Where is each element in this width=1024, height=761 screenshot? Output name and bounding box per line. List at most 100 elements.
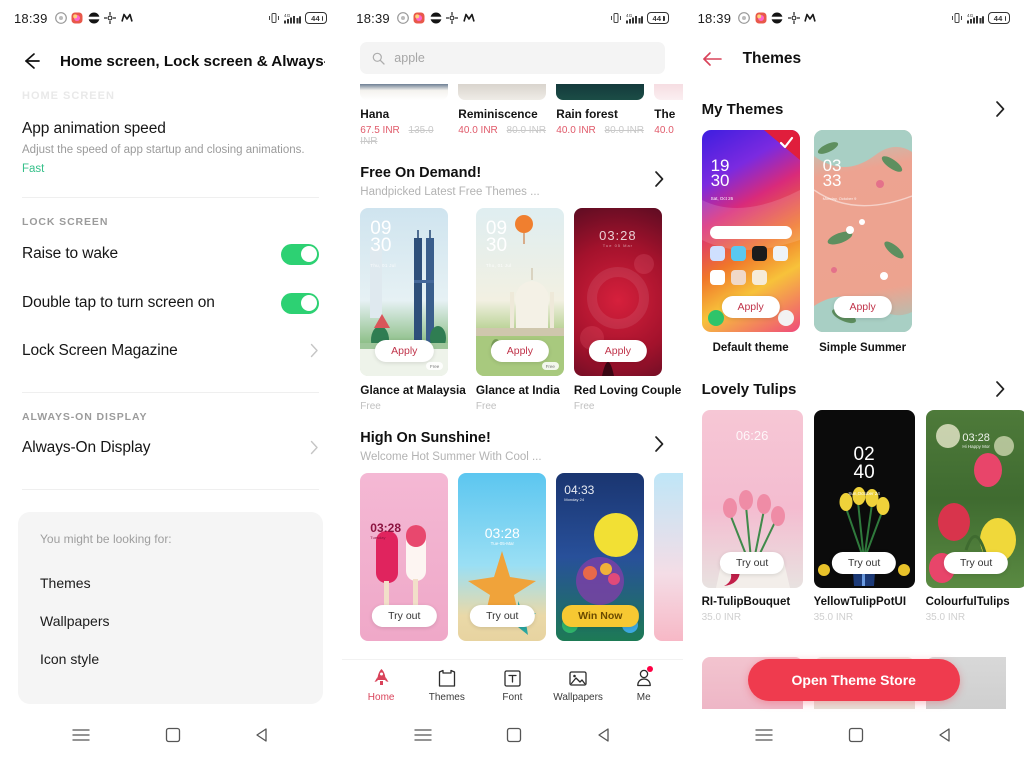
signal-4g-icon: 4G [625,13,643,24]
theme-name: Simple Summer [819,342,907,354]
settings-phone-screen: 18:39 4G 44 Home screen, Lock screen & A… [0,0,342,761]
try-out-button[interactable]: Try out [719,552,785,574]
aod-section-label: ALWAYS-ON DISPLAY [22,410,148,423]
my-themes-cards: 19 30 Sat, Oct 26 Apply Default theme 03… [684,130,1024,354]
back-triangle-icon[interactable] [596,727,612,743]
section-header-high-on-sunshine[interactable]: High On Sunshine! Welcome Hot Summer Wit… [342,412,682,473]
home-square-icon[interactable] [848,727,864,743]
chevron-right-icon[interactable] [995,100,1006,118]
tab-home[interactable]: Home [348,667,414,703]
tab-themes[interactable]: Themes [414,667,480,703]
tab-font[interactable]: Font [480,667,546,703]
signal-4g-icon: 4G [966,13,984,24]
back-arrow-icon[interactable] [702,50,723,68]
double-tap-toggle[interactable] [281,292,320,314]
chevron-right-icon[interactable] [654,170,665,188]
lockscreen-date: Sat, Oct 26 [710,196,734,201]
raise-to-wake-toggle[interactable] [281,243,320,265]
theme-card[interactable]: 09 30 Thu, 01 Jul Apply Free Glance at Mal… [360,208,466,412]
suggestions-card: You might be looking for: Themes Wallpap… [18,511,324,704]
theme-card[interactable]: Reminiscence 40.0 INR 80.0 INR [458,84,547,147]
theme-card[interactable]: 04:33 Monday 24 Win Now [556,473,645,641]
win-now-button[interactable]: Win Now [562,605,639,627]
camera-icon [738,12,751,24]
tulip-theme-card[interactable]: 06:26 Try out RI-TulipBouquet 35.0 INR [701,410,803,623]
theme-thumbnail: 09 30 Thu, 01 Jul Apply Free [475,208,564,376]
bottom-tab-bar: Home Themes Font Wallpapers Me [342,659,683,709]
theme-card[interactable]: Hana 67.5 INR 135.0 INR [360,84,449,147]
try-out-button[interactable]: Try out [372,605,437,627]
apply-button[interactable]: Apply [588,340,648,362]
home-square-icon[interactable] [506,727,522,743]
suggestion-wallpapers[interactable]: Wallpapers [40,602,301,640]
theme-card[interactable]: Rain forest 40.0 INR 80.0 INR [556,84,645,147]
suggestion-icon-style[interactable]: Icon style [40,640,301,678]
my-theme-card[interactable]: 19 30 Sat, Oct 26 Apply Default theme [701,130,800,354]
tulip-theme-card[interactable]: 03:28 Hi Happy Mor Try out ColourfulTulip… [925,410,1024,623]
theme-card[interactable]: 03:28 Tue 05 Mar Apply Red Loving Couple … [573,208,682,412]
back-triangle-icon[interactable] [937,727,953,743]
theme-card[interactable]: 03:28 Tuesday Try out [360,473,449,641]
home-square-icon[interactable] [165,727,181,743]
lockscreen-clock: 06:26 [735,428,769,443]
themes-phone-screen: 18:39 4G 44 Themes My Themes 19 30 Sat, … [682,0,1024,761]
back-arrow-icon[interactable] [20,50,42,72]
my-theme-card[interactable]: 03 33 Monday, October 9 Apply Simple Summe… [813,130,912,354]
apply-button[interactable]: Apply [490,340,550,362]
selected-check-icon [779,136,793,149]
lovely-tulips-header[interactable]: Lovely Tulips [684,354,1024,410]
apply-button[interactable]: Apply [375,340,434,362]
svg-text:4G: 4G [284,13,291,18]
theme-card[interactable]: The 40.0 [654,84,683,147]
section-header-free-on-demand[interactable]: Free On Demand! Handpicked Latest Free T… [342,147,682,208]
theme-card[interactable]: 09 30 Thu, 01 Jul Apply Free Glance at Ind… [475,208,564,412]
apply-button[interactable]: Apply [833,296,892,318]
row-double-tap[interactable]: Double tap to turn screen on [0,279,341,328]
theme-thumbnail: 19 30 Sat, Oct 26 Apply [701,130,800,332]
try-out-button[interactable]: Try out [831,552,897,574]
chevron-right-icon[interactable] [654,435,665,453]
try-out-button[interactable]: Try out [470,605,535,627]
theme-thumbnail: 04:33 Monday 24 Win Now [556,473,645,641]
theme-name: Red Loving Couple [573,383,682,397]
theme-price: 40.0 INR 80.0 INR [458,125,546,136]
section-title: My Themes [701,100,784,118]
row-raise-to-wake[interactable]: Raise to wake [0,230,341,279]
lockscreen-clock: 19 30 Sat, Oct 26 [710,157,734,206]
oreo-icon [429,12,442,24]
menu-icon[interactable] [754,728,774,742]
tab-me[interactable]: Me [611,666,677,703]
menu-icon[interactable] [71,728,91,742]
status-right-icons: 4G 44 [610,12,669,24]
theme-card[interactable]: 03:28 Tue-05-Mar Try out [458,473,547,641]
lockscreen-date: Monday 24 [564,497,585,502]
tab-wallpapers[interactable]: Wallpapers [545,667,611,703]
app-animation-speed-item[interactable]: App animation speed Adjust the speed of … [0,112,341,179]
try-out-button[interactable]: Try out [943,552,1009,574]
theme-card[interactable] [654,473,683,641]
instagram-icon [71,12,83,24]
back-triangle-icon[interactable] [254,727,270,743]
card-badge: Free [426,362,444,370]
suggestion-themes[interactable]: Themes [40,564,301,602]
store-content-scroll[interactable]: Hana 67.5 INR 135.0 INR Reminiscence 40.… [342,84,683,659]
phone-icon [707,310,724,326]
theme-thumbnail [458,84,547,100]
my-themes-header[interactable]: My Themes [684,84,1024,130]
tulip-theme-card[interactable]: 02 40 Sun,October 24 Try out YellowTulipPo… [813,410,915,623]
app-animation-speed-value: Fast [22,162,45,175]
menu-icon[interactable] [413,728,433,742]
apply-button[interactable]: Apply [721,296,780,318]
row-always-on-display[interactable]: Always-On Display [0,425,341,471]
three-phone-screenshots: 18:39 4G 44 Home screen, Lock screen & A… [0,0,1024,761]
lovely-tulips-cards: 06:26 Try out RI-TulipBouquet 35.0 INR 0… [684,410,1024,623]
open-theme-store-button[interactable]: Open Theme Store [747,659,960,701]
app-icon-row [709,270,767,285]
lockscreen-clock: 03:28 Tue-05-Mar [484,525,520,546]
svg-text:4G: 4G [967,13,974,18]
row-label: Always-On Display [22,438,151,456]
chevron-right-icon[interactable] [995,380,1006,398]
row-lock-screen-magazine[interactable]: Lock Screen Magazine [0,328,341,374]
theme-thumbnail: 03:28 Hi Happy Mor Try out [925,410,1024,588]
search-input[interactable]: apple [360,42,665,74]
